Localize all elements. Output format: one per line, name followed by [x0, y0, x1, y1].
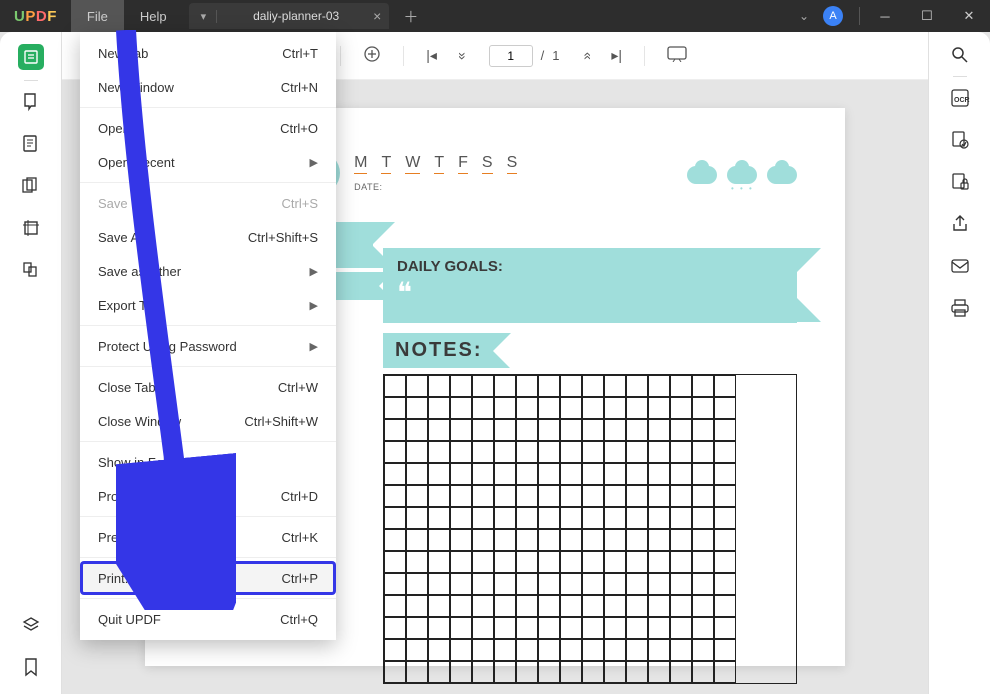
cloud-icon — [687, 166, 717, 184]
maximize-button[interactable]: ☐ — [906, 0, 948, 32]
next-page-icon[interactable]: » — [577, 52, 593, 60]
close-icon[interactable]: × — [373, 8, 381, 24]
menu-open-recent[interactable]: Open Recent▶ — [80, 145, 336, 179]
svg-text:OCR: OCR — [954, 97, 970, 104]
zoom-in-icon[interactable] — [363, 45, 381, 66]
tab-dropdown-icon[interactable]: ▾ — [201, 10, 218, 23]
day: S — [482, 154, 493, 174]
menu-new-tab[interactable]: New TabCtrl+T — [80, 36, 336, 70]
page-input[interactable] — [489, 45, 533, 67]
avatar[interactable]: A — [823, 6, 843, 26]
menu-close-window[interactable]: Close WindowCtrl+Shift+W — [80, 404, 336, 438]
chevron-down-icon[interactable]: ⌄ — [799, 9, 809, 23]
menu-quit[interactable]: Quit UPDFCtrl+Q — [80, 602, 336, 636]
day: T — [381, 154, 391, 174]
menu-help[interactable]: Help — [124, 0, 183, 32]
menu-properties[interactable]: Properties...Ctrl+D — [80, 479, 336, 513]
edit-icon[interactable] — [20, 133, 42, 155]
rain-cloud-icon — [727, 166, 757, 184]
email-icon[interactable] — [949, 255, 971, 277]
date-label: DATE: — [354, 182, 517, 192]
protect-icon[interactable] — [949, 171, 971, 193]
weather-icons — [687, 166, 797, 184]
menu-protect[interactable]: Protect Using Password▶ — [80, 329, 336, 363]
notes-grid — [383, 374, 797, 684]
title-bar: UPDF File Help ▾ daliy-planner-03 × ＋ ⌄ … — [0, 0, 990, 32]
menu-show-in-folder[interactable]: Show in Folder — [80, 445, 336, 479]
tab-title: daliy-planner-03 — [253, 9, 339, 23]
cloud-icon — [767, 166, 797, 184]
minimize-button[interactable]: ─ — [864, 0, 906, 32]
right-sidebar: OCR — [928, 32, 990, 694]
menu-export-to[interactable]: Export To▶ — [80, 288, 336, 322]
crop-icon[interactable] — [20, 217, 42, 239]
menu-new-window[interactable]: New WindowCtrl+N — [80, 70, 336, 104]
document-tab[interactable]: ▾ daliy-planner-03 × — [189, 3, 390, 29]
compress-icon[interactable] — [949, 129, 971, 151]
menu-save-other[interactable]: Save as Other▶ — [80, 254, 336, 288]
goals-title: DAILY GOALS: — [397, 258, 783, 275]
weekday-row: M T W T F S S — [354, 154, 517, 174]
notes-title: NOTES: — [383, 333, 511, 368]
print-icon[interactable] — [949, 297, 971, 319]
menu-save-as[interactable]: Save As...Ctrl+Shift+S — [80, 220, 336, 254]
first-page-icon[interactable]: |◂ — [426, 47, 437, 64]
bookmark-icon[interactable] — [20, 656, 42, 678]
app-logo: UPDF — [0, 8, 71, 25]
menu-preferences[interactable]: Preferences...Ctrl+K — [80, 520, 336, 554]
chevron-right-icon: ▶ — [310, 340, 318, 353]
chevron-right-icon: ▶ — [310, 156, 318, 169]
chevron-right-icon: ▶ — [310, 265, 318, 278]
menu-file[interactable]: File — [71, 0, 124, 32]
layers-icon[interactable] — [20, 614, 42, 636]
reader-mode-icon[interactable] — [18, 44, 44, 70]
share-icon[interactable] — [949, 213, 971, 235]
prev-page-icon[interactable]: » — [455, 52, 471, 60]
ocr-icon[interactable]: OCR — [949, 87, 971, 109]
day: M — [354, 154, 367, 174]
menu-print[interactable]: Print...Ctrl+P — [80, 561, 336, 595]
search-icon[interactable] — [949, 44, 971, 66]
menu-bar: File Help — [71, 0, 183, 32]
comment-icon[interactable] — [20, 91, 42, 113]
day: F — [458, 154, 468, 174]
page-total: 1 — [552, 48, 559, 63]
presentation-icon[interactable] — [667, 46, 687, 65]
close-button[interactable]: ✕ — [948, 0, 990, 32]
day: T — [434, 154, 444, 174]
chevron-right-icon: ▶ — [310, 299, 318, 312]
organize-icon[interactable] — [20, 175, 42, 197]
menu-close-tab[interactable]: Close TabCtrl+W — [80, 370, 336, 404]
tab-add-button[interactable]: ＋ — [403, 6, 418, 27]
goals-panel: DAILY GOALS: ❝ — [383, 248, 797, 323]
page-indicator: / 1 — [489, 45, 560, 67]
window-controls: ─ ☐ ✕ — [855, 0, 990, 32]
day: S — [507, 154, 518, 174]
quote-icon: ❝ — [397, 287, 783, 301]
tools-icon[interactable] — [20, 259, 42, 281]
day: W — [405, 154, 420, 174]
file-menu-dropdown: New TabCtrl+T New WindowCtrl+N Open...Ct… — [80, 32, 336, 640]
tab-strip: ▾ daliy-planner-03 × ＋ — [189, 3, 419, 29]
menu-open[interactable]: Open...Ctrl+O — [80, 111, 336, 145]
left-sidebar — [0, 32, 62, 694]
menu-save: SaveCtrl+S — [80, 186, 336, 220]
last-page-icon[interactable]: ▸| — [611, 47, 622, 64]
page-separator: / — [541, 48, 545, 63]
